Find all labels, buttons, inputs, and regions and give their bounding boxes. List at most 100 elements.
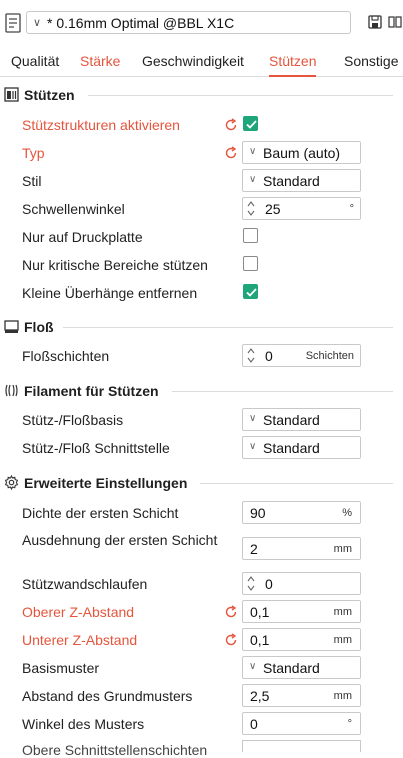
chevron-down-icon: ∨: [33, 17, 42, 29]
unit: Schichten: [305, 350, 354, 362]
label: Winkel des Musters: [22, 716, 145, 732]
row-stuetzstrukturen-aktivieren: Stützstrukturen aktivieren: [0, 112, 403, 138]
enable-support-checkbox[interactable]: [243, 116, 258, 131]
label: Unterer Z-Abstand: [22, 632, 138, 648]
filament-icon: [5, 384, 18, 397]
first-layer-density-input[interactable]: 90 %: [242, 501, 361, 524]
label: Stützwandschlaufen: [22, 576, 148, 592]
value: 0: [250, 716, 258, 732]
critical-regions-only-checkbox[interactable]: [243, 256, 258, 271]
settings-tabs: Qualität Stärke Geschwindigkeit Stützen …: [0, 46, 403, 77]
remove-small-overhangs-checkbox[interactable]: [243, 284, 258, 299]
row-kleine-ueberhaenge: Kleine Überhänge entfernen: [0, 280, 403, 306]
label: Typ: [22, 145, 45, 161]
section-title: Stützen: [24, 87, 75, 103]
value: 2,5: [250, 688, 270, 704]
section-divider: [200, 483, 393, 484]
support-interface-filament-select[interactable]: ∨ Standard: [242, 436, 361, 459]
row-oberer-z-abstand: Oberer Z-Abstand 0,1 mm: [0, 599, 403, 625]
section-divider: [63, 327, 393, 328]
chevron-down-icon: ∨: [249, 146, 257, 157]
chevron-down-icon: ∨: [249, 174, 257, 185]
label: Schwellenwinkel: [22, 201, 125, 217]
label: Dichte der ersten Schicht: [22, 505, 179, 521]
row-basismuster: Basismuster ∨ Standard: [0, 655, 403, 681]
label: Nur kritische Bereiche stützen: [22, 257, 208, 273]
tab-qualitaet[interactable]: Qualität: [11, 53, 59, 69]
label: Ausdehnung der ersten Schicht: [22, 532, 218, 548]
unit: mm: [333, 690, 352, 702]
unit: °: [347, 718, 352, 730]
pattern-angle-input[interactable]: 0 °: [242, 712, 361, 735]
section-title: Floß: [24, 319, 54, 335]
process-preset-select[interactable]: ∨ * 0.16mm Optimal @BBL X1C: [26, 11, 351, 34]
save-icon[interactable]: [368, 15, 382, 29]
value: Standard: [263, 660, 320, 676]
label: Oberer Z-Abstand: [22, 604, 135, 620]
support-wall-loops-spin[interactable]: 0: [242, 572, 361, 595]
value: 0: [265, 348, 273, 364]
tab-sonstige[interactable]: Sonstige: [344, 53, 398, 69]
support-base-filament-select[interactable]: ∨ Standard: [242, 408, 361, 431]
top-z-distance-input[interactable]: 0,1 mm: [242, 600, 361, 623]
reset-icon[interactable]: [224, 605, 238, 619]
unit: mm: [333, 634, 352, 646]
spin-arrows-icon[interactable]: [247, 347, 255, 364]
chevron-down-icon: ∨: [249, 441, 257, 452]
reset-icon[interactable]: [224, 633, 238, 647]
row-stuetz-floss-schnittstelle: Stütz-/Floß Schnittstelle ∨ Standard: [0, 435, 403, 461]
row-stil: Stil ∨ Standard: [0, 168, 403, 194]
support-style-select[interactable]: ∨ Standard: [242, 169, 361, 192]
preset-name: * 0.16mm Optimal @BBL X1C: [47, 15, 235, 31]
section-stuetzen: Stützen: [0, 84, 403, 106]
row-unterer-z-abstand: Unterer Z-Abstand 0,1 mm: [0, 627, 403, 653]
section-floss: Floß: [0, 316, 403, 338]
tab-stuetzen[interactable]: Stützen: [269, 53, 317, 77]
label: Stütz-/Floß Schnittstelle: [22, 440, 170, 456]
unit: mm: [333, 606, 352, 618]
value: Baum (auto): [263, 145, 341, 161]
base-pattern-select[interactable]: ∨ Standard: [242, 656, 361, 679]
gear-icon: [4, 475, 19, 490]
preset-bar: ∨ * 0.16mm Optimal @BBL X1C: [0, 0, 403, 46]
value: Standard: [263, 440, 320, 456]
section-divider: [88, 95, 393, 96]
row-ausdehnung-erste-schicht: Ausdehnung der ersten Schicht 2 mm: [0, 532, 403, 562]
printer-preset-icon: [5, 13, 21, 33]
compare-icon[interactable]: [388, 15, 402, 29]
section-divider: [172, 391, 393, 392]
label: Kleine Überhänge entfernen: [22, 285, 198, 301]
row-dichte-erste-schicht: Dichte der ersten Schicht 90 %: [0, 500, 403, 526]
label: Stützstrukturen aktivieren: [22, 117, 180, 133]
value: 25: [265, 201, 281, 217]
bottom-z-distance-input[interactable]: 0,1 mm: [242, 628, 361, 651]
base-pattern-spacing-input[interactable]: 2,5 mm: [242, 684, 361, 707]
value: Standard: [263, 173, 320, 189]
first-layer-expansion-input[interactable]: 2 mm: [242, 537, 361, 560]
on-build-plate-only-checkbox[interactable]: [243, 228, 258, 243]
reset-icon[interactable]: [224, 146, 238, 160]
row-stuetz-flossbasis: Stütz-/Floßbasis ∨ Standard: [0, 407, 403, 433]
section-filament: Filament für Stützen: [0, 380, 403, 402]
support-type-select[interactable]: ∨ Baum (auto): [242, 141, 361, 164]
section-erweitert: Erweiterte Einstellungen: [0, 472, 403, 494]
unit: %: [342, 507, 352, 519]
tab-geschwindigkeit[interactable]: Geschwindigkeit: [142, 53, 244, 69]
row-stuetzwandschlaufen: Stützwandschlaufen 0: [0, 571, 403, 597]
value: 0: [265, 576, 273, 592]
row-winkel-muster: Winkel des Musters 0 °: [0, 711, 403, 737]
unit: °: [349, 203, 354, 215]
value: Standard: [263, 412, 320, 428]
label: Basismuster: [22, 660, 100, 676]
tab-staerke[interactable]: Stärke: [80, 53, 120, 69]
label: Stütz-/Floßbasis: [22, 412, 124, 428]
top-interface-layers-input[interactable]: [242, 740, 361, 752]
spin-arrows-icon[interactable]: [247, 200, 255, 217]
label: Abstand des Grundmusters: [22, 688, 193, 704]
threshold-angle-spin[interactable]: 25 °: [242, 197, 361, 220]
reset-icon[interactable]: [224, 118, 238, 132]
spin-arrows-icon[interactable]: [247, 575, 255, 592]
value: 0,1: [250, 632, 270, 648]
raft-layers-spin[interactable]: 0 Schichten: [242, 344, 361, 367]
value: 2: [250, 541, 258, 557]
